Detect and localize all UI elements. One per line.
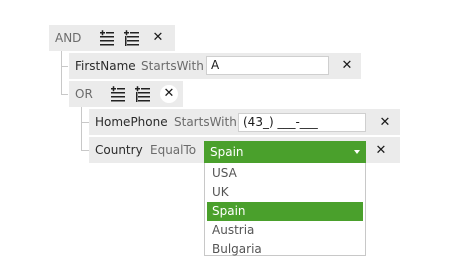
condition-field[interactable]: HomePhone [95,109,168,135]
add-group-icon[interactable] [132,84,152,104]
or-operator[interactable]: OR [75,81,93,107]
tree-branch-or [61,94,68,95]
tree-branch-firstname [61,66,68,67]
phone-value-input[interactable]: (43_) ___-___ [238,113,366,132]
tree-line-root [61,50,62,95]
add-condition-icon[interactable] [96,28,116,48]
close-icon[interactable]: ✕ [150,30,166,46]
country-select[interactable]: Spain [204,141,366,163]
add-group-icon[interactable] [121,28,141,48]
dropdown-option-bulgaria[interactable]: Bulgaria [207,240,363,259]
dropdown-option-usa[interactable]: USA [207,164,363,183]
tree-branch-country [81,150,89,151]
condition-field[interactable]: Country [95,137,143,163]
condition-operator[interactable]: StartsWith [174,109,237,135]
chevron-down-icon[interactable] [354,150,360,154]
tree-branch-homephone [81,122,89,123]
country-select-value: Spain [210,145,244,159]
condition-operator[interactable]: StartsWith [141,53,204,79]
dropdown-option-spain[interactable]: Spain [207,202,363,221]
dropdown-option-uk[interactable]: UK [207,183,363,202]
add-condition-icon[interactable] [107,84,127,104]
close-icon[interactable]: ✕ [339,58,355,74]
close-icon[interactable]: ✕ [373,143,389,159]
close-icon[interactable]: ✕ [160,85,178,103]
close-icon[interactable]: ✕ [377,115,393,131]
condition-value-input[interactable]: A [206,56,329,75]
and-operator[interactable]: AND [55,25,81,51]
country-dropdown-list: USA UK Spain Austria Bulgaria [204,163,366,256]
condition-operator[interactable]: EqualTo [150,137,196,163]
dropdown-option-austria[interactable]: Austria [207,221,363,240]
tree-line-or [81,107,82,150]
condition-field[interactable]: FirstName [75,53,136,79]
